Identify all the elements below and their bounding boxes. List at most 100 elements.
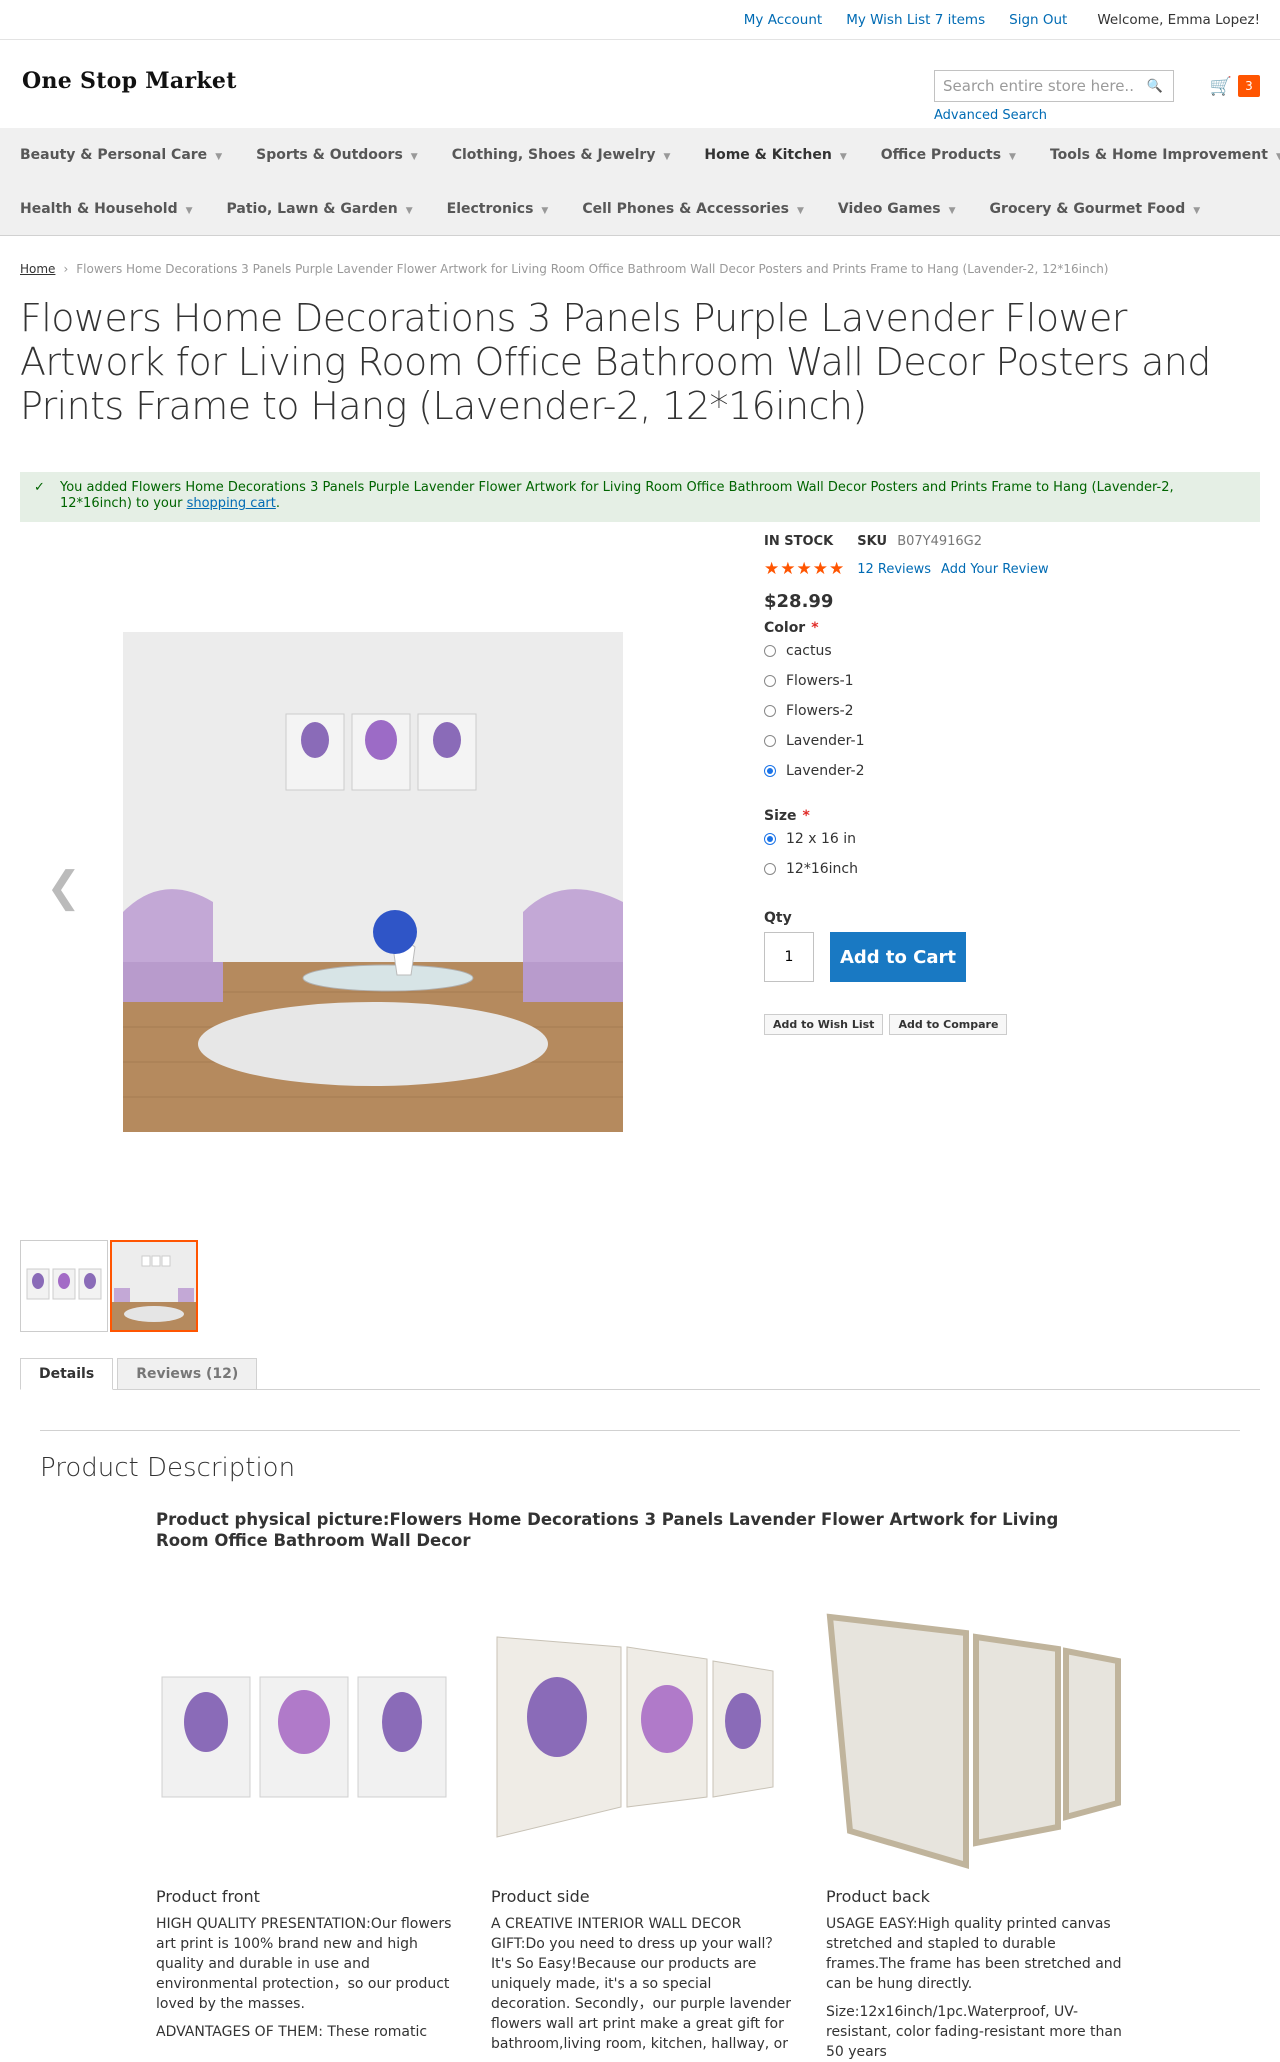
product-front-picture: [161, 1676, 447, 1798]
chevron-down-icon: ▼: [185, 206, 193, 216]
sku-value: B07Y4916G2: [897, 534, 983, 549]
nav-item-label: Office Products: [880, 147, 1002, 163]
add-to-wishlist-button[interactable]: Add to Wish List: [764, 1014, 884, 1035]
nav-item-home-kitchen[interactable]: Home & Kitchen ▼: [692, 128, 858, 182]
stock-status: In stock: [764, 534, 834, 549]
add-to-cart-button[interactable]: Add to Cart: [830, 932, 966, 982]
paragraph-front-1: HIGH QUALITY PRESENTATION:Our flowers ar…: [156, 1916, 452, 2012]
nav-item-video-games[interactable]: Video Games ▼: [826, 182, 968, 236]
chevron-left-icon[interactable]: ❮: [46, 862, 81, 911]
description-column-front: Product front HIGH QUALITY PRESENTATION:…: [156, 1607, 456, 2042]
option-label: Lavender-1: [786, 733, 865, 749]
qty-label: Qty: [764, 910, 792, 926]
nav-item-grocery-gourmet-food[interactable]: Grocery & Gourmet Food ▼: [978, 182, 1213, 236]
nav-item-label: Cell Phones & Accessories: [582, 201, 789, 217]
qty-input[interactable]: [764, 932, 814, 982]
radio-button-selected[interactable]: [764, 833, 776, 845]
cart-icon: 🛒: [1209, 75, 1232, 97]
breadcrumb-home-link[interactable]: Home: [20, 262, 55, 276]
nav-item-office-products[interactable]: Office Products ▼: [869, 128, 1028, 182]
my-account-link[interactable]: My Account: [744, 12, 822, 28]
wish-list-link[interactable]: My Wish List 7 items: [846, 12, 985, 28]
nav-item-clothing-shoes-jewelry[interactable]: Clothing, Shoes & Jewelry ▼: [440, 128, 683, 182]
product-price: $28.99: [764, 591, 834, 612]
paragraph-side-1: A CREATIVE INTERIOR WALL DECOR GIFT:Do y…: [491, 1916, 792, 2052]
chevron-down-icon: ▼: [405, 206, 413, 216]
nav-item-beauty-personal-care[interactable]: Beauty & Personal Care ▼: [8, 128, 234, 182]
tab-details[interactable]: Details: [20, 1358, 114, 1390]
search-input[interactable]: [935, 71, 1141, 101]
nav-item-cell-phones-accessories[interactable]: Cell Phones & Accessories ▼: [570, 182, 816, 236]
radio-button[interactable]: [764, 675, 776, 687]
thumbnail-room[interactable]: [110, 1240, 198, 1332]
chevron-down-icon: ▼: [948, 206, 956, 216]
required-asterisk: *: [802, 808, 810, 824]
color-option-lavender-1[interactable]: Lavender-1: [764, 726, 1260, 756]
add-to-cart-row: Add to Cart: [764, 932, 1260, 982]
nav-row-1: Beauty & Personal Care ▼ Sports & Outdoor…: [8, 128, 1280, 182]
nav-item-label: Clothing, Shoes & Jewelry: [451, 147, 656, 163]
breadcrumb: Home › Flowers Home Decorations 3 Panels P…: [20, 262, 1108, 276]
product-back-image: [826, 1607, 1126, 1887]
caption-side: Product side: [491, 1887, 590, 1906]
radio-button[interactable]: [764, 645, 776, 657]
color-option-flowers-2[interactable]: Flowers-2: [764, 696, 1260, 726]
radio-button-selected[interactable]: [764, 765, 776, 777]
product-front-image: [156, 1607, 456, 1887]
header-main: One Stop Market 🔍 Advanced Search 🛒 3: [0, 40, 1280, 128]
product-info: In stock SKU B07Y4916G2 ★★★★★ 12 Reviews…: [764, 532, 1260, 1035]
chevron-down-icon: ▼: [796, 206, 804, 216]
chevron-right-icon: ›: [63, 262, 69, 276]
product-back-picture: [826, 1613, 1121, 1870]
description-subtitle: Product physical picture:Flowers Home De…: [156, 1510, 1059, 1550]
thumbnail-front[interactable]: [20, 1240, 108, 1332]
color-option-flowers-1[interactable]: Flowers-1: [764, 666, 1260, 696]
category-navigation: Beauty & Personal Care ▼ Sports & Outdoor…: [0, 128, 1280, 236]
sign-out-link[interactable]: Sign Out: [1009, 12, 1067, 28]
radio-button[interactable]: [764, 735, 776, 747]
chevron-down-icon: ▼: [1009, 152, 1016, 162]
sku-label: SKU: [857, 534, 888, 549]
main-product-image[interactable]: [123, 632, 623, 1132]
success-message-end: .: [275, 496, 280, 511]
description-column-side: Product side A CREATIVE INTERIOR WALL DE…: [491, 1607, 791, 2054]
nav-item-sports-outdoors[interactable]: Sports & Outdoors ▼: [244, 128, 430, 182]
description-column-back: Product back USAGE EASY:High quality pri…: [826, 1607, 1126, 2062]
radio-button[interactable]: [764, 863, 776, 875]
size-label-text: Size: [764, 808, 797, 824]
size-option-12x16-in[interactable]: 12 x 16 in: [764, 824, 1260, 854]
option-label: Flowers-2: [786, 703, 854, 719]
color-option-cactus[interactable]: cactus: [764, 636, 1260, 666]
nav-item-tools-home-improvement[interactable]: Tools & Home Improvement ▼: [1038, 128, 1280, 182]
review-summary: ★★★★★ 12 Reviews Add Your Review: [764, 559, 1260, 579]
minicart-button[interactable]: 🛒 3: [1198, 70, 1260, 102]
nav-item-patio-lawn-garden[interactable]: Patio, Lawn & Garden ▼: [215, 182, 425, 236]
success-message: ✓ You added Flowers Home Decorations 3 P…: [20, 472, 1260, 522]
nav-item-label: Health & Household: [20, 201, 178, 217]
tab-reviews[interactable]: Reviews (12): [117, 1358, 258, 1390]
shopping-cart-link[interactable]: shopping cart: [187, 496, 276, 511]
chevron-down-icon: ▼: [839, 152, 847, 162]
nav-item-label: Grocery & Gourmet Food: [989, 201, 1186, 217]
radio-button[interactable]: [764, 705, 776, 717]
nav-item-label: Beauty & Personal Care: [20, 147, 208, 163]
chevron-down-icon: ▼: [215, 152, 223, 162]
search-icon[interactable]: 🔍: [1141, 79, 1169, 94]
color-label-text: Color: [764, 620, 806, 636]
advanced-search-link[interactable]: Advanced Search: [934, 108, 1047, 123]
star-rating-icon: ★★★★★: [764, 559, 846, 579]
add-review-link[interactable]: Add Your Review: [941, 562, 1049, 577]
checkmark-icon: ✓: [34, 480, 45, 495]
size-option-12x16inch[interactable]: 12*16inch: [764, 854, 1260, 884]
chevron-down-icon: ▼: [410, 152, 418, 162]
nav-item-electronics[interactable]: Electronics ▼: [435, 182, 561, 236]
add-to-compare-button[interactable]: Add to Compare: [889, 1014, 1008, 1035]
reviews-link[interactable]: 12 Reviews: [857, 562, 931, 577]
welcome-message: Welcome, Emma Lopez!: [1097, 11, 1260, 28]
color-option-lavender-2[interactable]: Lavender-2: [764, 756, 1260, 786]
store-logo[interactable]: One Stop Market: [22, 68, 237, 94]
nav-item-health-household[interactable]: Health & Household ▼: [8, 182, 205, 236]
required-asterisk: *: [811, 620, 819, 636]
room-scene-image: [123, 632, 623, 1132]
stock-sku-row: In stock SKU B07Y4916G2: [764, 534, 1260, 549]
